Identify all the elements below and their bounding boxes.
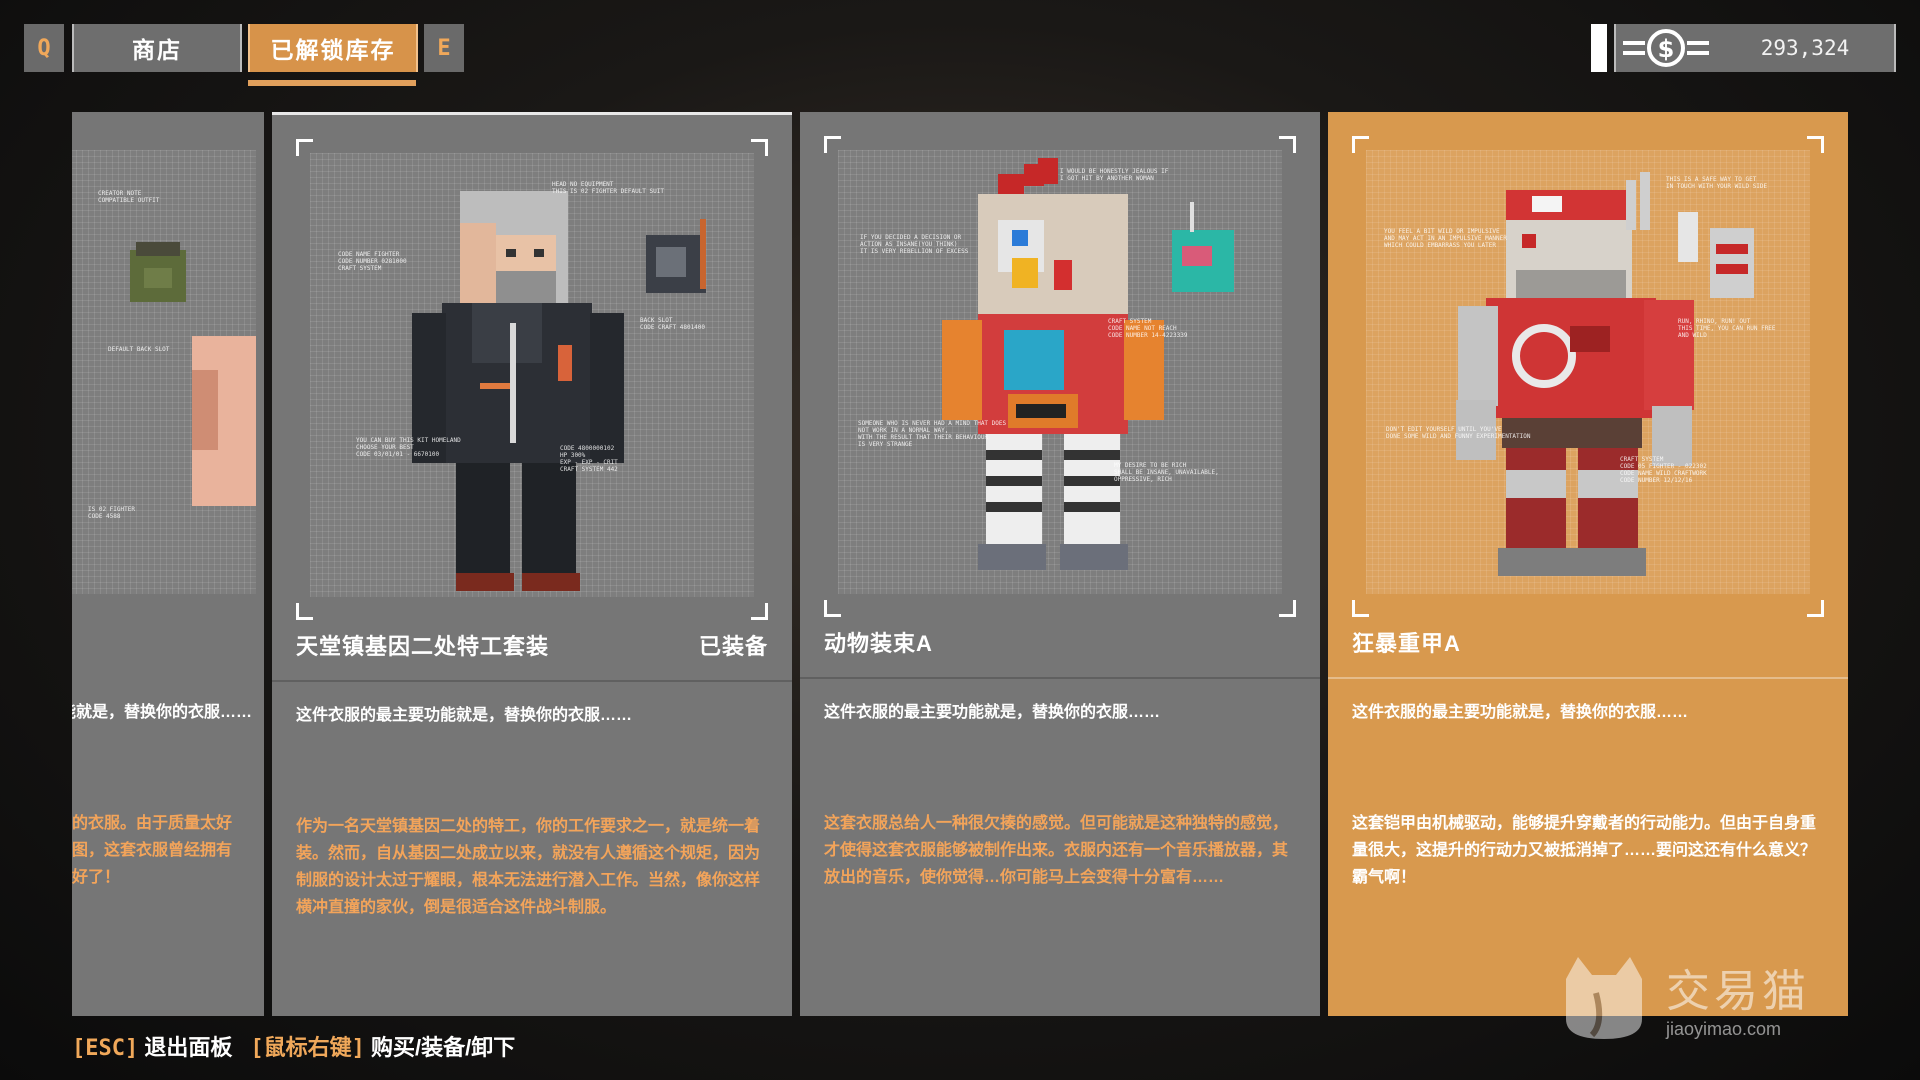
- agent-suit-figure-icon: [412, 191, 706, 591]
- outfit-artwork: THIS IS A SAFE WAY TO GET IN TOUCH WITH …: [1366, 150, 1810, 594]
- outfit-card-partial[interactable]: CREATOR NOTE COMPATIBLE OUTFIT DEFAULT B…: [72, 112, 264, 1016]
- card-divider: [800, 677, 1320, 679]
- esc-hint: [ESC] 退出面板: [72, 1030, 232, 1062]
- outfit-name: 狂暴重甲A: [1352, 631, 1461, 656]
- frame-corner: [1279, 600, 1296, 617]
- mouse-hint: [鼠标右键] 购买/装备/卸下: [250, 1030, 515, 1062]
- rooster-costume-figure-icon: [942, 158, 1234, 570]
- currency-display: $ 293,324: [1614, 24, 1896, 72]
- active-tab-indicator: [248, 80, 416, 86]
- outfit-description: 这套铠甲由机械驱动，能够提升穿戴者的行动能力。但由于自身重量很大，这提升的行动力…: [1352, 815, 1817, 886]
- blueprint-notes: CODE NAME FIGHTER CODE NUMBER 0281000 CR…: [338, 251, 407, 272]
- blueprint-notes: CRAFT SYSTEM CODE NAME NOT REACH CODE NU…: [1108, 318, 1188, 339]
- control-hints: [ESC] 退出面板 [鼠标右键] 购买/装备/卸下: [72, 1030, 515, 1062]
- tab-shop[interactable]: 商店: [72, 24, 242, 72]
- blueprint-notes: RUN, RHINO, RUN! OUT THIS TIME, YOU CAN …: [1678, 318, 1776, 339]
- outfit-description: 这套衣服总给人一种很欠揍的感觉。但可能就是这种独特的感觉，才使得这套衣服能够被制…: [824, 815, 1289, 886]
- outfit-summary: 这件衣服的最主要功能就是，替换你的衣服……: [824, 704, 1161, 721]
- prev-tab-key[interactable]: Q: [24, 24, 64, 72]
- outfit-card-berserker-armor-a[interactable]: THIS IS A SAFE WAY TO GET IN TOUCH WITH …: [1328, 112, 1848, 1016]
- blueprint-notes: YOU CAN BUY THIS KIT HOMELAND CHOOSE YOU…: [356, 437, 461, 458]
- blueprint-notes: SOMEONE WHO IS NEVER HAD A MIND THAT DOE…: [858, 420, 1007, 448]
- blueprint-notes: MY DESIRE TO BE RICH SHALL BE INSANE, UN…: [1114, 462, 1219, 483]
- outfit-summary: 这件衣服的最主要功能就是，替换你的衣服……: [72, 704, 252, 721]
- tab-unlocked-inventory[interactable]: 已解锁库存: [248, 24, 418, 72]
- blueprint-notes: HEAD NO EQUIPMENT THIS IS 02 FIGHTER DEF…: [552, 181, 664, 195]
- card-divider: [272, 680, 792, 682]
- frame-corner: [751, 603, 768, 620]
- equipped-badge: 已装备: [698, 634, 768, 659]
- backpack-sketch-icon: [130, 242, 262, 506]
- frame-corner: [1807, 600, 1824, 617]
- heavy-armor-figure-icon: [1456, 172, 1754, 576]
- blueprint-notes: THIS IS A SAFE WAY TO GET IN TOUCH WITH …: [1666, 176, 1768, 190]
- frame-corner: [1352, 600, 1369, 617]
- currency-marker: [1591, 24, 1607, 72]
- dollar-coin-icon: $: [1616, 24, 1716, 72]
- esc-key: [ESC]: [72, 1036, 139, 1061]
- frame-corner: [824, 600, 841, 617]
- watermark: 交易猫 jiaoyimao.com: [1556, 942, 1886, 1052]
- blueprint-notes: CODE 4800000102 HP 300% EXP - EXP - CRIT…: [560, 445, 618, 473]
- watermark-url: jiaoyimao.com: [1666, 1018, 1782, 1039]
- blueprint-notes: BACK SLOT CODE CRAFT 4801400: [640, 317, 706, 331]
- outfit-artwork: I WOULD BE HONESTLY JEALOUS IF I GOT HIT…: [838, 150, 1282, 594]
- blueprint-notes: IF YOU DECIDED A DECISION OR ACTION AS I…: [860, 234, 969, 255]
- outfit-artwork: CREATOR NOTE COMPATIBLE OUTFIT DEFAULT B…: [72, 150, 262, 594]
- watermark-title: 交易猫: [1666, 966, 1810, 1016]
- esc-label: 退出面板: [144, 1035, 233, 1060]
- outfit-card-animal-a[interactable]: I WOULD BE HONESTLY JEALOUS IF I GOT HIT…: [800, 112, 1320, 1016]
- frame-corner: [296, 603, 313, 620]
- blueprint-notes: I WOULD BE HONESTLY JEALOUS IF I GOT HIT…: [1060, 168, 1169, 182]
- svg-text:$: $: [1658, 35, 1675, 63]
- outfit-description: 作为一名天堂镇基因二处的特工，你的工作要求之一，就是统一着装。然而，自从基因二处…: [296, 818, 761, 916]
- right-mouse-key: [鼠标右键]: [250, 1036, 365, 1061]
- cat-logo-icon: [1566, 957, 1642, 1039]
- outfit-description: 的衣服。由于质量太好 图，这套衣服曾经拥有 好了！: [72, 815, 233, 886]
- blueprint-notes: DEFAULT BACK SLOT: [108, 346, 170, 353]
- outfit-summary: 这件衣服的最主要功能就是，替换你的衣服……: [296, 707, 633, 724]
- outfit-card-agent-suit[interactable]: HEAD NO EQUIPMENT THIS IS 02 FIGHTER DEF…: [272, 112, 792, 1016]
- blueprint-notes: YOU FEEL A BIT WILD OR IMPULSIVE AND MAY…: [1384, 228, 1507, 249]
- blueprint-notes: IS 02 FIGHTER CODE 4588: [88, 506, 135, 520]
- outfit-artwork: HEAD NO EQUIPMENT THIS IS 02 FIGHTER DEF…: [310, 153, 754, 597]
- currency-amount: 293,324: [1760, 36, 1850, 60]
- card-divider: [1328, 677, 1848, 679]
- outfit-name: 天堂镇基因二处特工套装: [296, 634, 550, 659]
- blueprint-notes: DON'T EDIT YOURSELF UNTIL YOU'VE DONE SO…: [1386, 426, 1531, 440]
- outfit-name: 动物装束A: [824, 631, 933, 656]
- next-tab-key[interactable]: E: [424, 24, 464, 72]
- blueprint-notes: CRAFT SYSTEM CODE 05 FIGHTER - 022302 CO…: [1620, 456, 1707, 484]
- blueprint-notes: CREATOR NOTE COMPATIBLE OUTFIT: [98, 190, 160, 204]
- outfit-summary: 这件衣服的最主要功能就是，替换你的衣服……: [1352, 704, 1689, 721]
- mouse-label: 购买/装备/卸下: [371, 1035, 516, 1060]
